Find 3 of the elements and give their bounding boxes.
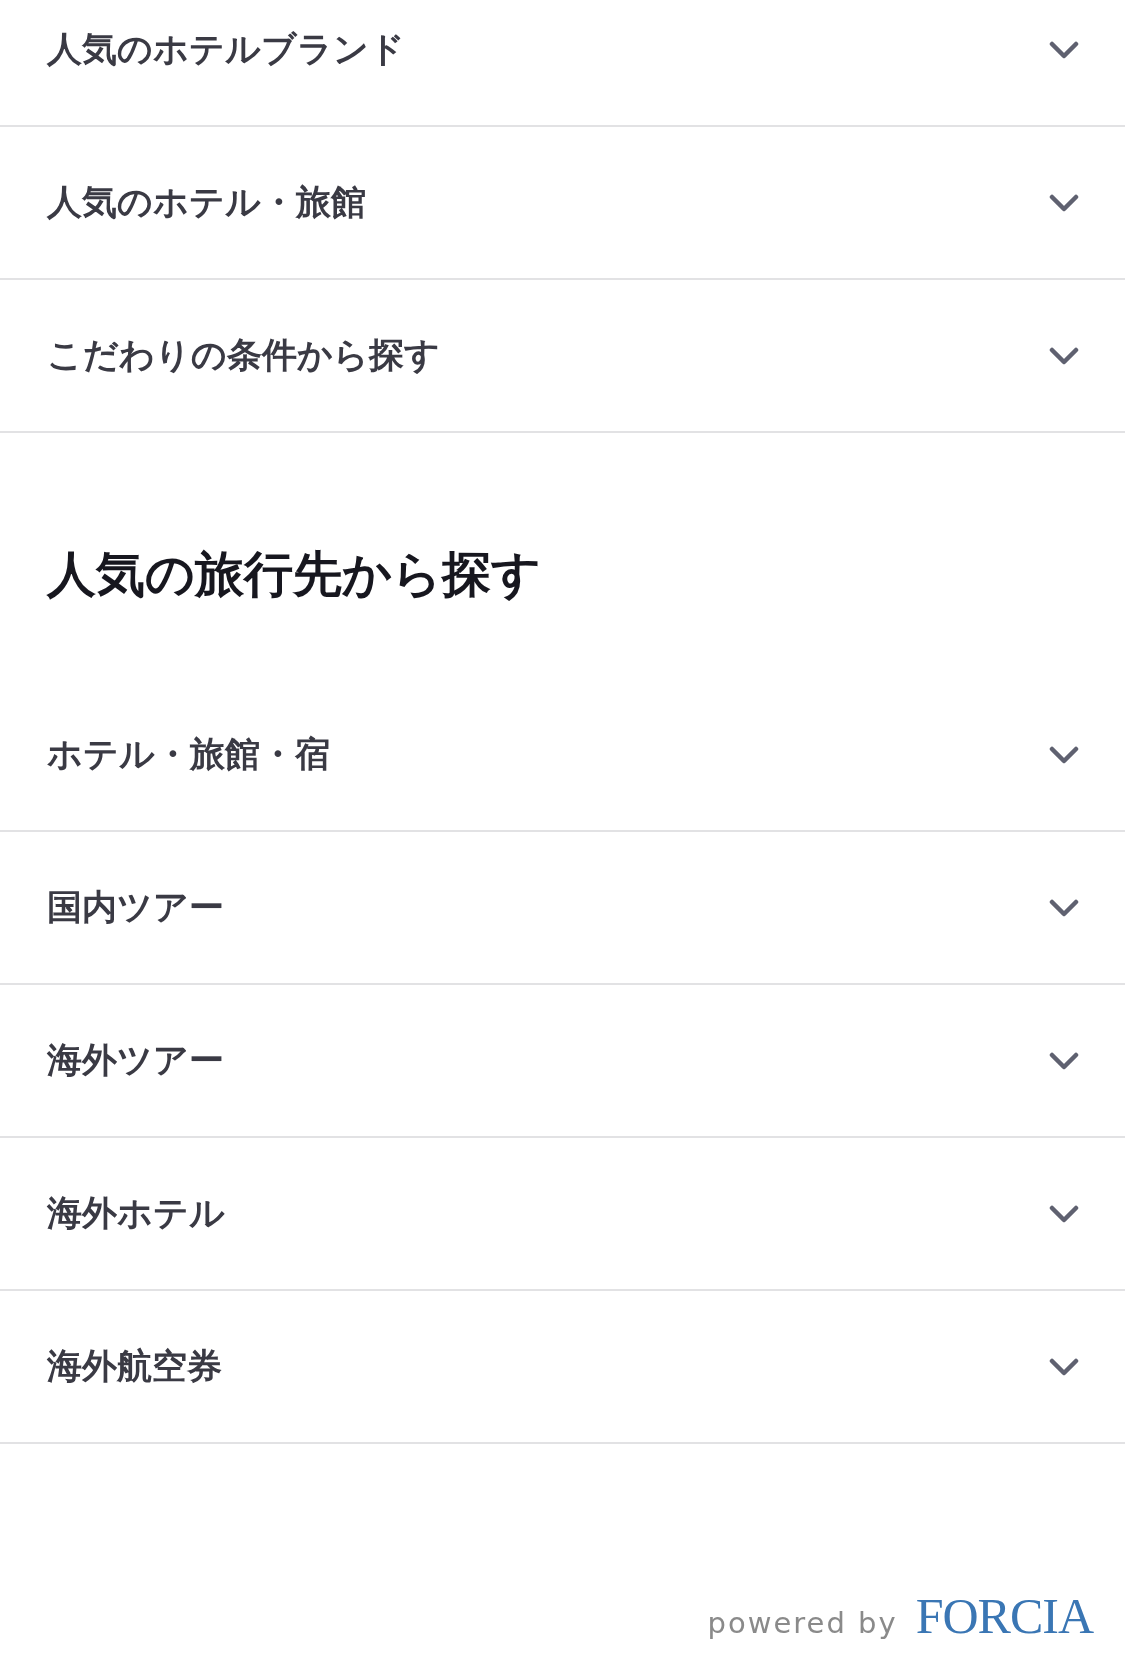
section-heading: 人気の旅行先から探す [45,545,542,605]
brand-wordmark: FORCIA [915,1590,1093,1642]
powered-by-text: powered by [707,1606,898,1640]
